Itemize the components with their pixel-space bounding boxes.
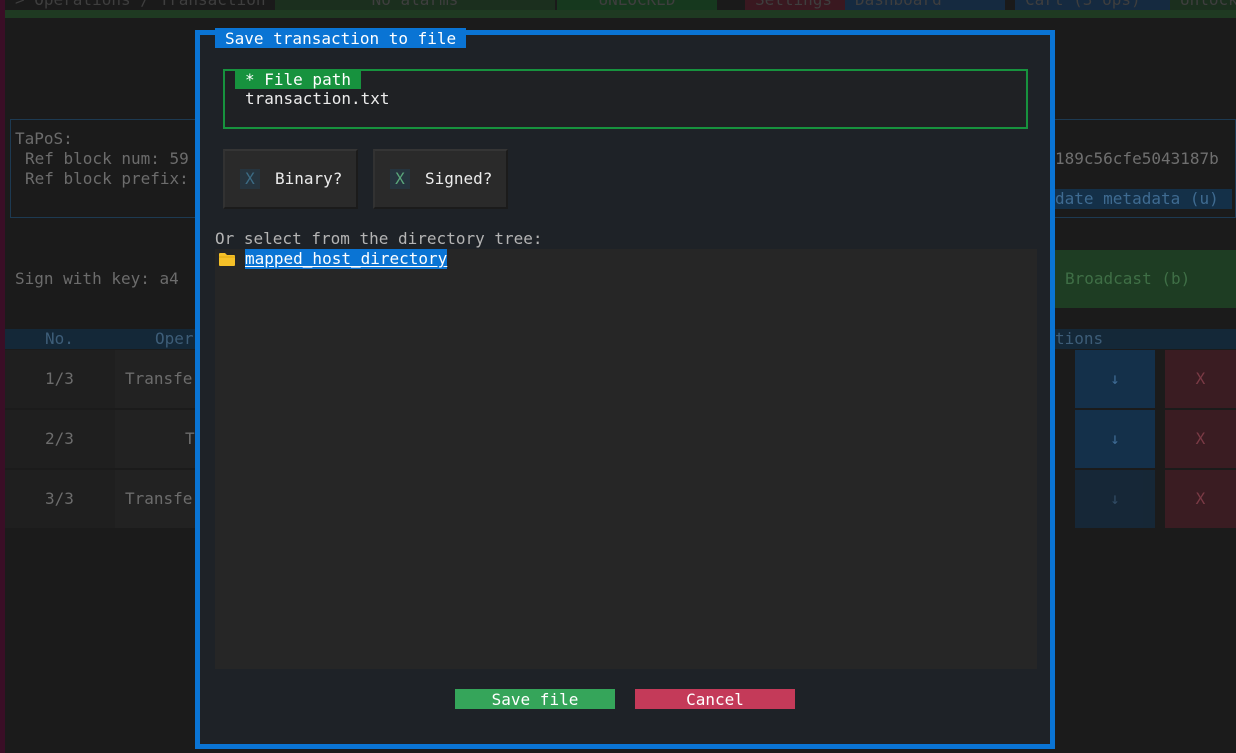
- column-header-operation: Oper: [155, 329, 194, 348]
- file-path-label: * File path: [235, 70, 361, 89]
- update-metadata-button[interactable]: date metadata (u): [1050, 189, 1232, 209]
- dashboard-tab[interactable]: Dashboard: [845, 0, 1005, 10]
- move-down-button[interactable]: ↓: [1075, 470, 1155, 528]
- broadcast-button-label: Broadcast (b): [1065, 269, 1191, 288]
- directory-tree[interactable]: [215, 249, 1037, 669]
- row-operation[interactable]: Transfe: [125, 489, 192, 509]
- remove-operation-button[interactable]: X: [1165, 470, 1236, 528]
- top-status-bar: > Operations / Transaction No alarms UNL…: [5, 0, 1236, 10]
- ref-block-num: Ref block num: 59: [25, 149, 189, 168]
- ref-block-prefix: Ref block prefix:: [25, 169, 189, 188]
- remove-operation-button[interactable]: X: [1165, 410, 1236, 468]
- cancel-button[interactable]: Cancel: [635, 689, 795, 709]
- file-path-input[interactable]: transaction.txt: [245, 89, 390, 109]
- top-status-underline: [5, 10, 1236, 18]
- column-header-actions: tions: [1055, 329, 1104, 348]
- folder-icon: [219, 253, 235, 266]
- sign-with-key-label: Sign with key: a4: [15, 269, 179, 288]
- row-operation[interactable]: T: [185, 429, 195, 449]
- move-down-button[interactable]: ↓: [1075, 410, 1155, 468]
- cart-tab[interactable]: Cart (3 ops): [1015, 0, 1170, 10]
- row-number: 2/3: [45, 429, 74, 448]
- ref-block-hash: 189c56cfe5043187b: [1055, 149, 1219, 168]
- row-operation[interactable]: Transfe: [125, 369, 192, 389]
- alarms-status[interactable]: No alarms: [275, 0, 555, 10]
- tapos-title: TaPoS:: [15, 129, 73, 148]
- dialog-title: Save transaction to file: [215, 28, 467, 48]
- lock-status[interactable]: UNLOCKED: [557, 0, 717, 10]
- column-header-no: No.: [45, 329, 74, 348]
- binary-checkbox-label[interactable]: Binary?: [275, 169, 342, 189]
- settings-tab[interactable]: Settings: [745, 0, 845, 10]
- row-number: 3/3: [45, 489, 74, 508]
- breadcrumb: > Operations / Transaction: [5, 0, 276, 10]
- directory-tree-caption: Or select from the directory tree:: [215, 229, 543, 248]
- move-down-button[interactable]: ↓: [1075, 350, 1155, 408]
- remove-operation-button[interactable]: X: [1165, 350, 1236, 408]
- unlock-tab[interactable]: Unlock: [1170, 0, 1236, 10]
- directory-item[interactable]: mapped_host_directory: [245, 249, 448, 269]
- signed-checkbox-mark[interactable]: X: [390, 169, 410, 189]
- row-number: 1/3: [45, 369, 74, 388]
- binary-checkbox-mark[interactable]: X: [240, 169, 260, 189]
- signed-checkbox-label[interactable]: Signed?: [425, 169, 492, 189]
- save-file-button[interactable]: Save file: [455, 689, 615, 709]
